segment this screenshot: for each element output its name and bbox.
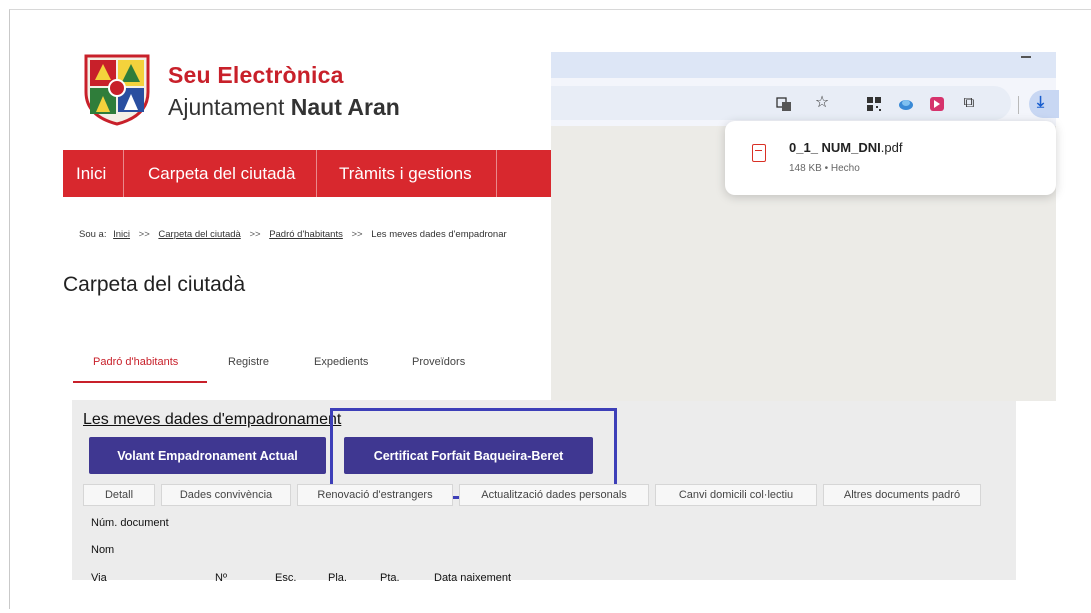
active-tab-indicator bbox=[73, 381, 207, 383]
nav-separator bbox=[316, 150, 317, 197]
breadcrumb-separator: >> bbox=[249, 229, 261, 240]
field-label-pla: Pla. bbox=[328, 572, 347, 584]
breadcrumb-separator: >> bbox=[351, 229, 363, 240]
breadcrumb-separator: >> bbox=[138, 229, 150, 240]
tab-padro[interactable]: Padró d'habitants bbox=[93, 356, 178, 368]
subtab-renovacio-estrangers[interactable]: Renovació d'estrangers bbox=[297, 484, 453, 506]
download-filename[interactable]: 0_1_ NUM_DNI.pdf bbox=[789, 140, 902, 155]
subtab-actualitzacio-dades[interactable]: Actualització dades personals bbox=[459, 484, 649, 506]
nav-item-carpeta[interactable]: Carpeta del ciutadà bbox=[148, 150, 295, 197]
download-button[interactable]: ⤓ bbox=[1029, 90, 1059, 118]
browser-toolbar: ☆ ⧉ ⤓ bbox=[551, 78, 1059, 126]
field-label-esc: Esc. bbox=[275, 572, 297, 584]
breadcrumb-prefix: Sou a: bbox=[79, 229, 107, 240]
brand-subtitle-prefix: Ajuntament bbox=[168, 94, 285, 120]
star-icon[interactable]: ☆ bbox=[814, 95, 830, 111]
toolbar-divider bbox=[1018, 96, 1019, 114]
nav-item-inici[interactable]: Inici bbox=[76, 150, 106, 197]
field-label-nom: Nom bbox=[91, 544, 115, 556]
download-popup[interactable]: 0_1_ NUM_DNI.pdf 148 KB • Hecho bbox=[725, 121, 1056, 195]
translate-icon[interactable] bbox=[776, 96, 792, 112]
field-label-via: Via bbox=[91, 572, 107, 584]
field-label-pta: Pta. bbox=[380, 572, 400, 584]
extension-cloud-icon[interactable] bbox=[898, 96, 914, 112]
tab-expedients[interactable]: Expedients bbox=[314, 356, 368, 368]
breadcrumb-link-carpeta[interactable]: Carpeta del ciutadà bbox=[158, 229, 240, 240]
section-heading: Les meves dades d'empadronament bbox=[83, 411, 342, 428]
download-filename-ext: .pdf bbox=[880, 140, 903, 155]
brand-title: Seu Electrònica bbox=[168, 62, 344, 88]
main-nav: Inici Carpeta del ciutadà Tràmits i gest… bbox=[63, 150, 551, 197]
qr-code-icon[interactable] bbox=[866, 96, 882, 112]
breadcrumb-current: Les meves dades d'empadronar bbox=[371, 229, 507, 240]
breadcrumb-link-padro[interactable]: Padró d'habitants bbox=[269, 229, 343, 240]
browser-tab-strip bbox=[551, 52, 1056, 78]
field-label-num-document: Núm. document bbox=[91, 517, 169, 529]
tab-proveidors[interactable]: Proveïdors bbox=[412, 356, 465, 368]
volant-empadronament-button[interactable]: Volant Empadronament Actual bbox=[89, 437, 326, 474]
breadcrumb-link-inici[interactable]: Inici bbox=[113, 229, 130, 240]
brand-subtitle-town: Naut Aran bbox=[290, 94, 400, 120]
puzzle-icon[interactable]: ⧉ bbox=[961, 95, 977, 111]
extension-red-icon[interactable] bbox=[929, 96, 945, 112]
subtab-canvi-domicili[interactable]: Canvi domicili col·lectiu bbox=[655, 484, 817, 506]
field-label-numero: Nº bbox=[215, 572, 227, 584]
download-meta: 148 KB • Hecho bbox=[789, 163, 860, 174]
browser-window: ☆ ⧉ ⤓ bbox=[551, 52, 1059, 401]
subtab-dades-convivencia[interactable]: Dades convivència bbox=[161, 484, 291, 506]
field-label-data-naixement: Data naixement bbox=[434, 572, 512, 584]
nav-item-tramits[interactable]: Tràmits i gestions bbox=[339, 150, 472, 197]
page-title: Carpeta del ciutadà bbox=[63, 273, 246, 296]
subtab-detall[interactable]: Detall bbox=[83, 484, 155, 506]
brand-subtitle: Ajuntament Naut Aran bbox=[168, 94, 400, 121]
download-filename-base: 0_1_ NUM_DNI bbox=[789, 140, 881, 155]
nav-separator bbox=[496, 150, 497, 197]
tab-registre[interactable]: Registre bbox=[228, 356, 269, 368]
nav-separator bbox=[123, 150, 124, 197]
pdf-file-icon bbox=[752, 144, 766, 162]
minimize-icon[interactable] bbox=[1021, 56, 1031, 58]
breadcrumb: Sou a: Inici >> Carpeta del ciutadà >> P… bbox=[79, 229, 551, 240]
municipal-logo bbox=[84, 54, 150, 126]
subtab-altres-documents[interactable]: Altres documents padró bbox=[823, 484, 981, 506]
download-icon: ⤓ bbox=[1037, 94, 1045, 111]
